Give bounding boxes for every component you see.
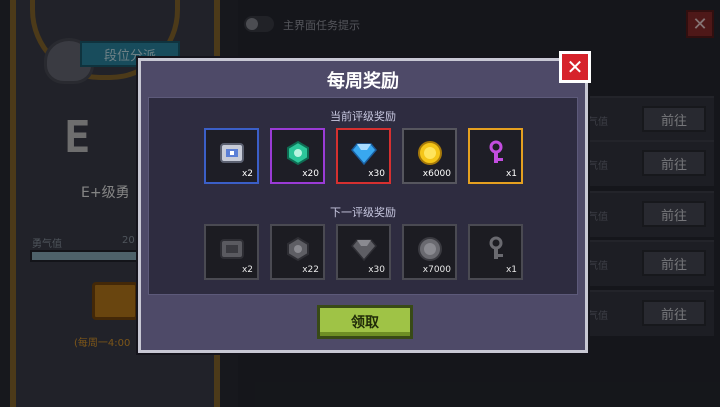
reward-tile[interactable]: x2 xyxy=(204,128,259,184)
green-gem-icon xyxy=(285,236,311,262)
current-reward-row: x2 x20 x30 x6000 x1 xyxy=(204,128,523,184)
reward-tile[interactable]: x20 xyxy=(270,128,325,184)
reward-tile[interactable]: x2 xyxy=(204,224,259,280)
reward-count: x1 xyxy=(505,265,517,275)
gold-coin-icon xyxy=(417,140,443,166)
reward-count: x20 xyxy=(302,169,319,179)
reward-tile[interactable]: x1 xyxy=(468,128,523,184)
chest-badge-icon xyxy=(219,236,245,262)
reward-count: x2 xyxy=(241,265,253,275)
reward-count: x22 xyxy=(302,265,319,275)
next-reward-row: x2 x22 x30 x7000 x1 xyxy=(204,224,523,280)
claim-button[interactable]: 领取 xyxy=(317,305,413,339)
blue-diamond-icon xyxy=(351,140,377,166)
chest-badge-icon xyxy=(219,140,245,166)
reward-count: x30 xyxy=(368,169,385,179)
reward-count: x30 xyxy=(368,265,385,275)
reward-tile[interactable]: x30 xyxy=(336,128,391,184)
close-button[interactable]: ✕ xyxy=(559,51,591,83)
gold-coin-icon xyxy=(417,236,443,262)
green-gem-icon xyxy=(285,140,311,166)
reward-tile[interactable]: x30 xyxy=(336,224,391,280)
reward-tile[interactable]: x22 xyxy=(270,224,325,280)
reward-tile[interactable]: x1 xyxy=(468,224,523,280)
reward-tile[interactable]: x7000 xyxy=(402,224,457,280)
reward-count: x7000 xyxy=(422,265,451,275)
weekly-reward-dialog: 每周奖励 ✕ 当前评级奖励 x2 x20 x30 x6000 x1 下一评级奖励… xyxy=(138,51,591,353)
purple-key-icon xyxy=(483,236,509,262)
blue-diamond-icon xyxy=(351,236,377,262)
current-rank-reward-title: 当前评级奖励 xyxy=(330,110,396,123)
reward-count: x2 xyxy=(241,169,253,179)
purple-key-icon xyxy=(483,140,509,166)
reward-panel: 当前评级奖励 x2 x20 x30 x6000 x1 下一评级奖励 x2 x22… xyxy=(148,97,578,295)
reward-count: x6000 xyxy=(422,169,451,179)
reward-tile[interactable]: x6000 xyxy=(402,128,457,184)
next-rank-reward-title: 下一评级奖励 xyxy=(330,206,396,219)
reward-count: x1 xyxy=(505,169,517,179)
dialog-title: 每周奖励 xyxy=(327,71,399,92)
